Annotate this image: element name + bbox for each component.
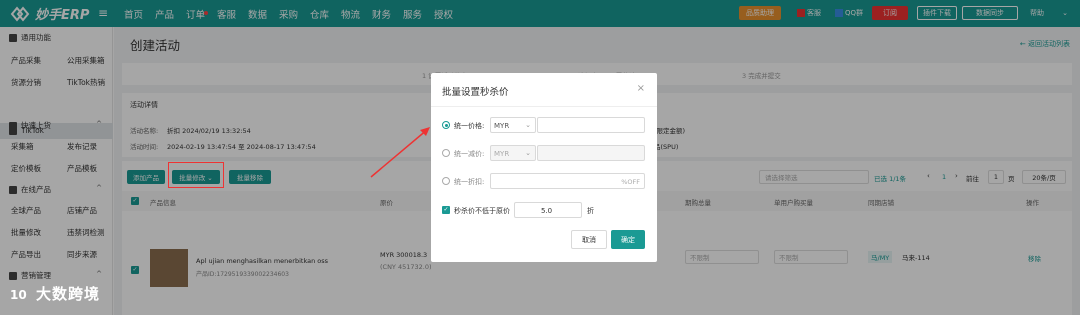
min-price-label: 秒杀价不低于原价 — [454, 207, 510, 215]
unified-reduction-label: 统一减价: — [454, 150, 485, 158]
currency-value: MYR — [494, 122, 510, 130]
min-discount-input[interactable]: 5.0 — [514, 202, 582, 218]
cancel-button[interactable]: 取消 — [571, 230, 607, 249]
min-discount-value: 5.0 — [541, 207, 553, 215]
chevron-down-icon: ⌄ — [525, 149, 531, 157]
watermark: 10 大数跨境 — [10, 283, 100, 304]
discount-suffix: %OFF — [621, 178, 640, 186]
svg-text:10: 10 — [10, 288, 27, 302]
chevron-down-icon: ⌄ — [525, 121, 531, 129]
watermark-logo-icon: 10 — [10, 288, 27, 302]
unified-reduction-input — [537, 145, 645, 161]
currency-select[interactable]: MYR ⌄ — [490, 117, 536, 133]
annotation-arrow-icon — [370, 127, 430, 178]
radio-unified-price[interactable] — [442, 121, 450, 129]
batch-price-dialog: 批量设置秒杀价 × 统一价格: MYR ⌄ 统一减价: MYR ⌄ 统一折扣: %O… — [431, 73, 657, 262]
unified-discount-input[interactable]: %OFF — [490, 173, 645, 189]
reduction-currency-select: MYR ⌄ — [490, 145, 536, 161]
close-icon[interactable]: × — [637, 83, 645, 94]
discount-unit: 折 — [587, 207, 594, 215]
highlight-box — [168, 162, 224, 188]
currency-value: MYR — [494, 150, 510, 158]
dialog-title: 批量设置秒杀价 — [442, 87, 509, 98]
radio-unified-reduction[interactable] — [442, 149, 450, 157]
unified-price-label: 统一价格: — [454, 122, 485, 130]
unified-price-input[interactable] — [537, 117, 645, 133]
unified-discount-label: 统一折扣: — [454, 178, 485, 186]
min-price-checkbox[interactable]: ✓ — [442, 206, 450, 214]
dialog-header: 批量设置秒杀价 × — [431, 73, 657, 107]
radio-unified-discount[interactable] — [442, 177, 450, 185]
watermark-text: 大数跨境 — [36, 285, 101, 303]
confirm-button[interactable]: 确定 — [611, 230, 645, 249]
